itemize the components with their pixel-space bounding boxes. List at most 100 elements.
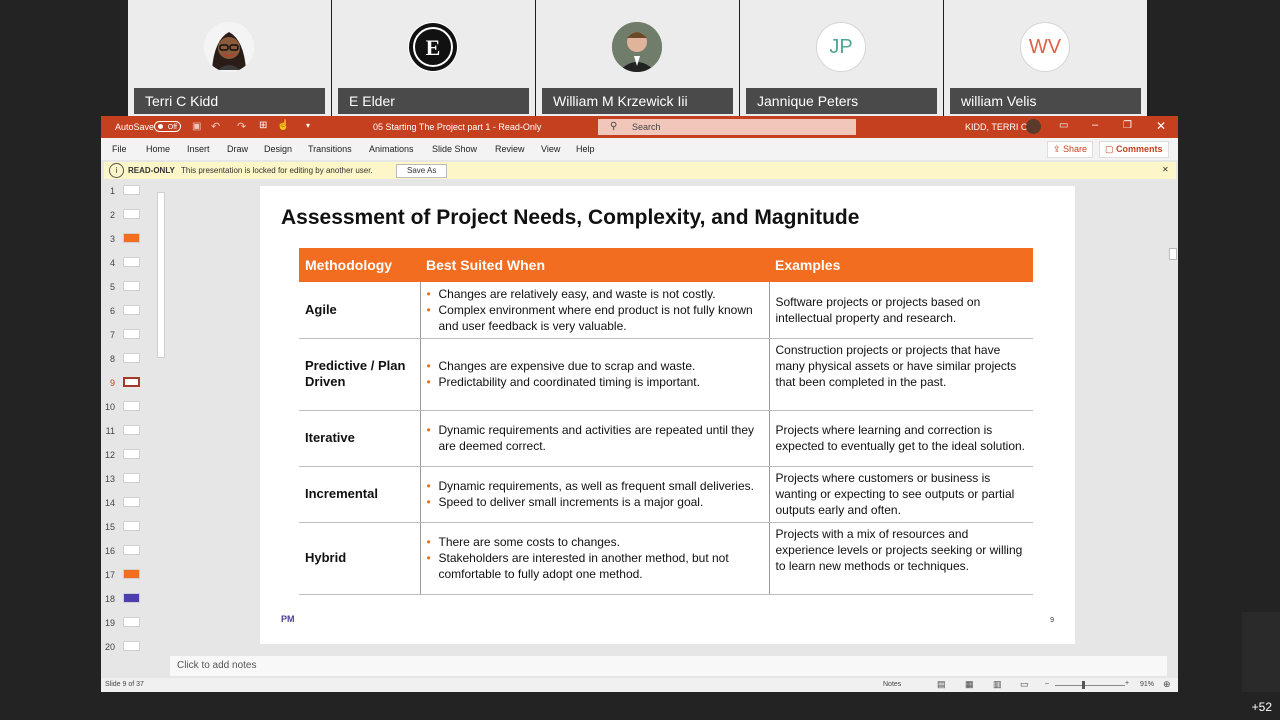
- share-button[interactable]: ⇪ Share: [1047, 141, 1094, 158]
- slide-number: 16: [104, 546, 115, 556]
- bullet-item: Predictability and coordinated timing is…: [427, 374, 763, 390]
- autosave-toggle[interactable]: Off: [154, 121, 181, 132]
- slide[interactable]: Assessment of Project Needs, Complexity,…: [260, 186, 1075, 644]
- slide-number: 11: [105, 426, 115, 436]
- participant-tile[interactable]: JP Jannique Peters: [740, 0, 943, 116]
- tab-insert[interactable]: Insert: [187, 144, 210, 154]
- tab-review[interactable]: Review: [495, 144, 525, 154]
- zoom-out-icon[interactable]: –: [1045, 680, 1049, 687]
- undo-icon[interactable]: ↶: [211, 120, 220, 133]
- slide-thumbnail[interactable]: 7: [101, 326, 161, 348]
- zoom-slider[interactable]: [1055, 685, 1125, 686]
- pmi-logo: PM: [281, 614, 295, 624]
- fit-to-window-icon[interactable]: ⊕: [1163, 679, 1171, 690]
- close-message-icon[interactable]: ✕: [1162, 165, 1169, 174]
- slide-preview: [123, 401, 140, 411]
- slide-editor-canvas: Assessment of Project Needs, Complexity,…: [170, 182, 1167, 656]
- best-suited-cell: Changes are relatively easy, and waste i…: [420, 282, 770, 339]
- tab-home[interactable]: Home: [146, 144, 170, 154]
- avatar: E: [408, 22, 458, 72]
- start-from-beginning-icon[interactable]: ⊞: [259, 120, 267, 131]
- slide-thumbnail[interactable]: 10: [101, 398, 161, 420]
- ribbon-display-icon[interactable]: ▭: [1059, 120, 1068, 131]
- slide-thumbnail[interactable]: 6: [101, 302, 161, 324]
- notes-pane[interactable]: Click to add notes: [170, 656, 1167, 676]
- slide-thumbnail[interactable]: 17: [101, 566, 161, 588]
- search-icon: ⚲: [610, 121, 618, 132]
- tab-transitions[interactable]: Transitions: [308, 144, 352, 154]
- save-icon[interactable]: ▣: [192, 121, 201, 132]
- slide-thumbnail[interactable]: 20: [101, 638, 161, 660]
- notes-toggle[interactable]: Notes: [883, 681, 901, 688]
- tab-slide-show[interactable]: Slide Show: [432, 144, 477, 154]
- zoom-slider-thumb[interactable]: [1082, 681, 1085, 689]
- slide-thumbnail[interactable]: 3: [101, 230, 161, 252]
- comments-button[interactable]: ▢ Comments: [1099, 141, 1169, 158]
- reading-view-icon[interactable]: ▥: [993, 679, 1002, 690]
- save-as-button[interactable]: Save As: [396, 164, 448, 178]
- slide-preview: [123, 353, 140, 363]
- methodology-cell: Iterative: [299, 410, 421, 467]
- slide-thumbnail[interactable]: 12: [101, 446, 161, 468]
- tab-help[interactable]: Help: [576, 144, 595, 154]
- slide-number: 18: [104, 594, 115, 604]
- customize-toolbar-icon[interactable]: ▾: [306, 121, 310, 130]
- minimize-icon[interactable]: –: [1092, 119, 1098, 131]
- participants-overflow-panel: [1242, 612, 1280, 692]
- slide-thumbnail[interactable]: 14: [101, 494, 161, 516]
- slide-thumbnail[interactable]: 4: [101, 254, 161, 276]
- powerpoint-window: AutoSave Off ▣ ↶ ↷ ⊞ ☝ ▾ 05 Starting The…: [101, 116, 1178, 692]
- share-icon: ⇪: [1053, 144, 1064, 154]
- participant-name: Terri C Kidd: [134, 88, 325, 114]
- search-box[interactable]: ⚲ Search: [598, 119, 856, 135]
- bullet-item: Dynamic requirements and activities are …: [427, 422, 763, 454]
- header-examples: Examples: [769, 248, 1033, 282]
- status-bar: Slide 9 of 37 Notes ▤ ▦ ▥ ▭ – + 91% ⊕: [101, 678, 1178, 692]
- tab-design[interactable]: Design: [264, 144, 292, 154]
- slide-thumbnail[interactable]: 2: [101, 206, 161, 228]
- tab-view[interactable]: View: [541, 144, 560, 154]
- participant-tile[interactable]: E E Elder: [332, 0, 535, 116]
- participant-tile[interactable]: WV william Velis: [944, 0, 1147, 116]
- participant-tile[interactable]: William M Krzewick Iii: [536, 0, 739, 116]
- slide-number: 2: [109, 210, 115, 220]
- slide-thumbnail[interactable]: 13: [101, 470, 161, 492]
- methodology-cell: Incremental: [299, 466, 421, 523]
- user-name[interactable]: KIDD, TERRI C: [965, 122, 1027, 132]
- examples-cell: Projects with a mix of resources and exp…: [769, 522, 1033, 595]
- slide-thumbnail[interactable]: 19: [101, 614, 161, 636]
- editor-scrollbar[interactable]: [1168, 182, 1177, 662]
- zoom-in-icon[interactable]: +: [1125, 680, 1129, 687]
- redo-icon[interactable]: ↷: [237, 120, 246, 133]
- slide-thumbnail[interactable]: 1: [101, 182, 161, 204]
- close-icon[interactable]: ✕: [1156, 119, 1166, 133]
- slide-number: 20: [104, 642, 115, 652]
- slide-thumbnail[interactable]: 11: [101, 422, 161, 444]
- slide-thumbnail[interactable]: 16: [101, 542, 161, 564]
- normal-view-icon[interactable]: ▤: [937, 679, 946, 690]
- participant-tile[interactable]: Terri C Kidd: [128, 0, 331, 116]
- slide-preview: [123, 449, 140, 459]
- zoom-level[interactable]: 91%: [1140, 681, 1154, 688]
- slide-preview: [123, 305, 140, 315]
- more-participants-count[interactable]: +52: [1252, 700, 1272, 714]
- slide-thumbnail[interactable]: 8: [101, 350, 161, 372]
- slide-thumbnail[interactable]: 18: [101, 590, 161, 612]
- slide-thumbnail[interactable]: 9: [101, 374, 161, 396]
- thumbnail-scrollbar[interactable]: [156, 182, 166, 676]
- tab-animations[interactable]: Animations: [369, 144, 414, 154]
- restore-icon[interactable]: ❐: [1123, 120, 1132, 131]
- slide-thumbnail[interactable]: 15: [101, 518, 161, 540]
- tab-file[interactable]: File: [112, 144, 127, 154]
- slide-preview: [123, 233, 140, 243]
- slide-sorter-icon[interactable]: ▦: [965, 679, 974, 690]
- slide-thumbnail[interactable]: 5: [101, 278, 161, 300]
- tab-draw[interactable]: Draw: [227, 144, 248, 154]
- participant-name: E Elder: [338, 88, 529, 114]
- read-only-label: READ-ONLY: [128, 166, 175, 175]
- avatar: [204, 22, 254, 72]
- examples-cell: Construction projects or projects that h…: [769, 338, 1033, 411]
- user-avatar[interactable]: [1026, 119, 1041, 134]
- touch-mode-icon[interactable]: ☝: [277, 120, 289, 131]
- slide-show-icon[interactable]: ▭: [1020, 679, 1029, 690]
